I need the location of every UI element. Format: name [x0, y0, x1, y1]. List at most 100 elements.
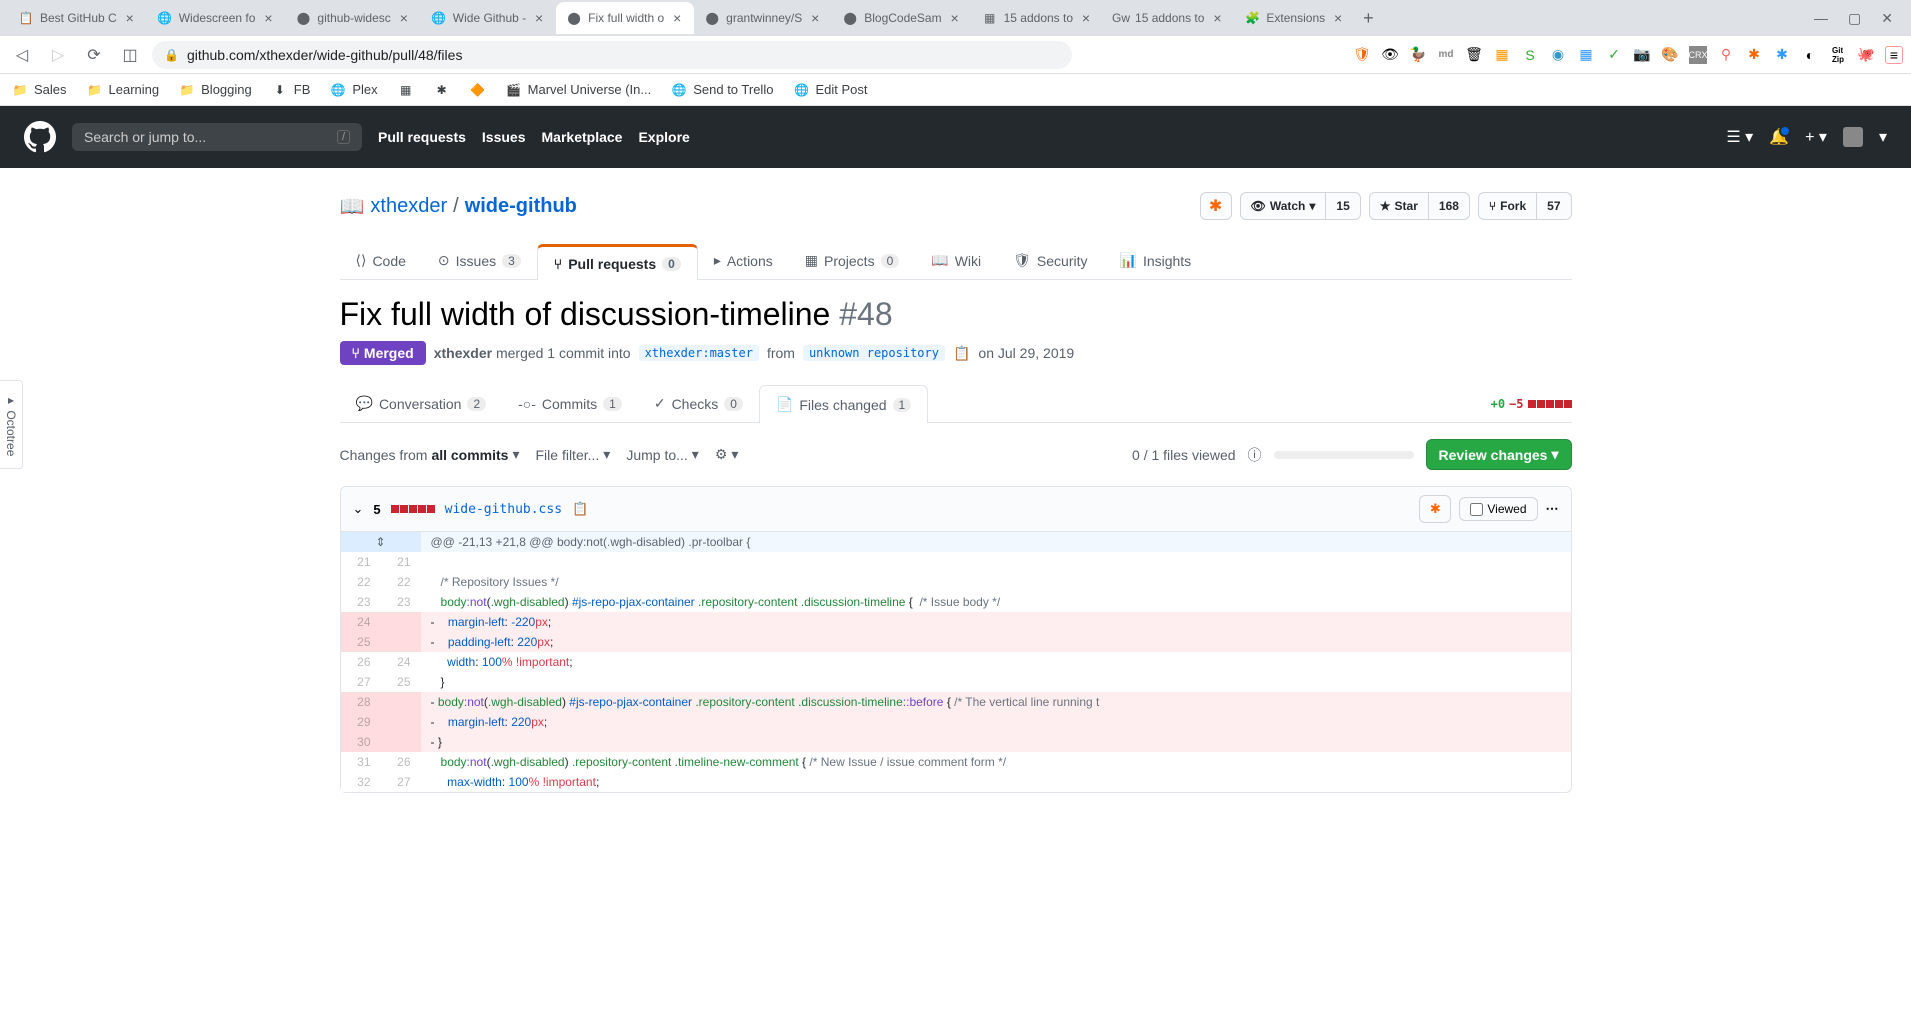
copy-icon[interactable]: 📋 [953, 345, 970, 362]
diff-line[interactable]: 2624 width: 100% !important; [341, 652, 1571, 672]
tab-close-button[interactable]: × [397, 11, 411, 25]
collapse-file-button[interactable]: ⌄ [353, 501, 364, 517]
bookmark-item[interactable]: 🌐Send to Trello [671, 82, 773, 98]
ext-icon[interactable]: ▦ [1493, 46, 1511, 64]
ext-icon[interactable]: ✱ [1745, 46, 1763, 64]
ext-icon[interactable]: GitZip [1829, 46, 1847, 64]
tab-close-button[interactable]: × [123, 11, 137, 25]
bookmark-item[interactable]: 🌐Plex [330, 82, 377, 98]
bookmark-item[interactable]: 🔶 [470, 82, 486, 98]
bookmark-item[interactable]: 🎬Marvel Universe (In... [506, 82, 652, 98]
watch-button[interactable]: 👁Watch ▾ [1240, 192, 1327, 220]
diff-line[interactable]: 30- } [341, 732, 1571, 752]
tab-close-button[interactable]: × [670, 11, 684, 25]
ext-icon[interactable]: ✓ [1605, 46, 1623, 64]
diff-line[interactable]: 29- margin-left: 220px; [341, 712, 1571, 732]
notifications-button[interactable]: 🔔 [1769, 127, 1789, 147]
bookmark-item[interactable]: ✱ [434, 82, 450, 98]
minimize-button[interactable]: — [1814, 10, 1828, 27]
pr-author[interactable]: xthexder [434, 345, 492, 361]
head-branch[interactable]: unknown repository [803, 345, 945, 361]
browser-tab[interactable]: ⬤grantwinney/S× [694, 2, 832, 34]
star-count[interactable]: 168 [1429, 192, 1470, 220]
diff-line[interactable]: 2222 /* Repository Issues */ [341, 572, 1571, 592]
fork-button[interactable]: ⑂Fork [1478, 192, 1537, 220]
close-window-button[interactable]: ✕ [1881, 10, 1893, 27]
ext-icon[interactable]: 🛡 [1353, 46, 1371, 64]
bookmark-item[interactable]: ⬇FB [272, 82, 311, 98]
info-icon[interactable]: ⓘ [1248, 445, 1262, 465]
header-menu-button[interactable]: ☰ ▾ [1726, 127, 1753, 147]
browser-tab[interactable]: ▦15 addons to× [972, 2, 1103, 34]
nav-pull-requests[interactable]: Pull requests [378, 129, 466, 145]
browser-tab[interactable]: Gw15 addons to× [1103, 2, 1234, 34]
diff-settings-button[interactable]: ⚙ ▾ [715, 446, 739, 463]
nav-marketplace[interactable]: Marketplace [542, 129, 623, 145]
jump-to-dropdown[interactable]: Jump to... ▾ [626, 446, 699, 463]
tab-insights[interactable]: 📊Insights [1104, 244, 1208, 279]
new-tab-button[interactable]: + [1355, 8, 1382, 29]
diff-line[interactable]: 3126 body:not(.wgh-disabled) .repository… [341, 752, 1571, 772]
base-branch[interactable]: xthexder:master [639, 345, 759, 361]
diff-line[interactable]: 24- margin-left: -220px; [341, 612, 1571, 632]
tab-close-button[interactable]: × [1079, 11, 1093, 25]
tab-close-button[interactable]: × [948, 11, 962, 25]
tab-wiki[interactable]: 📖Wiki [915, 244, 997, 279]
ext-icon[interactable]: 🎨 [1661, 46, 1679, 64]
browser-menu-button[interactable]: ≡ [1885, 46, 1903, 64]
ext-icon[interactable]: ✱ [1773, 46, 1791, 64]
back-button[interactable]: ◁ [8, 41, 36, 69]
review-changes-button[interactable]: Review changes ▾ [1426, 439, 1572, 470]
file-name[interactable]: wide-github.css [445, 502, 562, 517]
tab-projects[interactable]: ▦Projects0 [789, 244, 916, 279]
copy-path-icon[interactable]: 📋 [572, 501, 588, 517]
ext-icon[interactable]: 🗑 [1465, 46, 1483, 64]
diff-line[interactable]: 25- padding-left: 220px; [341, 632, 1571, 652]
tab-close-button[interactable]: × [808, 11, 822, 25]
diff-line[interactable]: 28- body:not(.wgh-disabled) #js-repo-pja… [341, 692, 1571, 712]
ext-icon[interactable]: ⚲ [1717, 46, 1735, 64]
tab-close-button[interactable]: × [1210, 11, 1224, 25]
fork-count[interactable]: 57 [1537, 192, 1571, 220]
ext-icon[interactable]: ◉ [1549, 46, 1567, 64]
forward-button[interactable]: ▷ [44, 41, 72, 69]
tab-close-button[interactable]: × [1331, 11, 1345, 25]
tab-files-changed[interactable]: 📄Files changed1 [759, 385, 928, 423]
watch-count[interactable]: 15 [1326, 192, 1360, 220]
tab-commits[interactable]: -○-Commits1 [502, 385, 638, 422]
ext-icon[interactable]: md [1437, 46, 1455, 64]
tab-issues[interactable]: ⊙Issues3 [422, 244, 537, 279]
tab-code[interactable]: ⟨⟩Code [340, 244, 422, 279]
ext-icon[interactable]: 🐙 [1857, 46, 1875, 64]
ext-icon[interactable]: 🦆 [1409, 46, 1427, 64]
ext-button[interactable]: ✱ [1200, 192, 1232, 220]
bookmark-item[interactable]: 🌐Edit Post [793, 82, 867, 98]
browser-tab[interactable]: 🌐Widescreen fo× [147, 2, 286, 34]
tab-conversation[interactable]: 💬Conversation2 [340, 385, 503, 422]
tab-close-button[interactable]: × [532, 11, 546, 25]
diff-line[interactable]: 2725 } [341, 672, 1571, 692]
diff-line[interactable]: 2121 [341, 552, 1571, 572]
browser-tab[interactable]: 🌐Wide Github -× [421, 2, 556, 34]
bookmark-page-button[interactable]: ◫ [116, 41, 144, 69]
repo-name-link[interactable]: wide-github [465, 195, 577, 218]
user-avatar[interactable] [1843, 127, 1863, 147]
star-button[interactable]: ★Star [1369, 192, 1429, 220]
nav-explore[interactable]: Explore [638, 129, 689, 145]
browser-tab[interactable]: ⬤BlogCodeSam× [832, 2, 971, 34]
tab-checks[interactable]: ✓Checks0 [638, 385, 759, 422]
diff-line[interactable]: 2323 body:not(.wgh-disabled) #js-repo-pj… [341, 592, 1571, 612]
ext-icon[interactable]: S [1521, 46, 1539, 64]
reload-button[interactable]: ⟳ [80, 41, 108, 69]
github-logo[interactable] [24, 121, 56, 153]
create-new-button[interactable]: + ▾ [1805, 127, 1827, 147]
bookmark-item[interactable]: 📁Blogging [179, 82, 252, 98]
browser-tab[interactable]: 🧩Extensions× [1234, 2, 1355, 34]
tab-pull-requests[interactable]: ⑂Pull requests0 [537, 244, 698, 280]
file-filter-dropdown[interactable]: File filter... ▾ [536, 446, 611, 463]
tab-close-button[interactable]: × [261, 11, 275, 25]
bookmark-item[interactable]: ▦ [398, 82, 414, 98]
ext-icon[interactable]: ▦ [1577, 46, 1595, 64]
nav-issues[interactable]: Issues [482, 129, 526, 145]
github-search[interactable]: Search or jump to... / [72, 123, 362, 151]
